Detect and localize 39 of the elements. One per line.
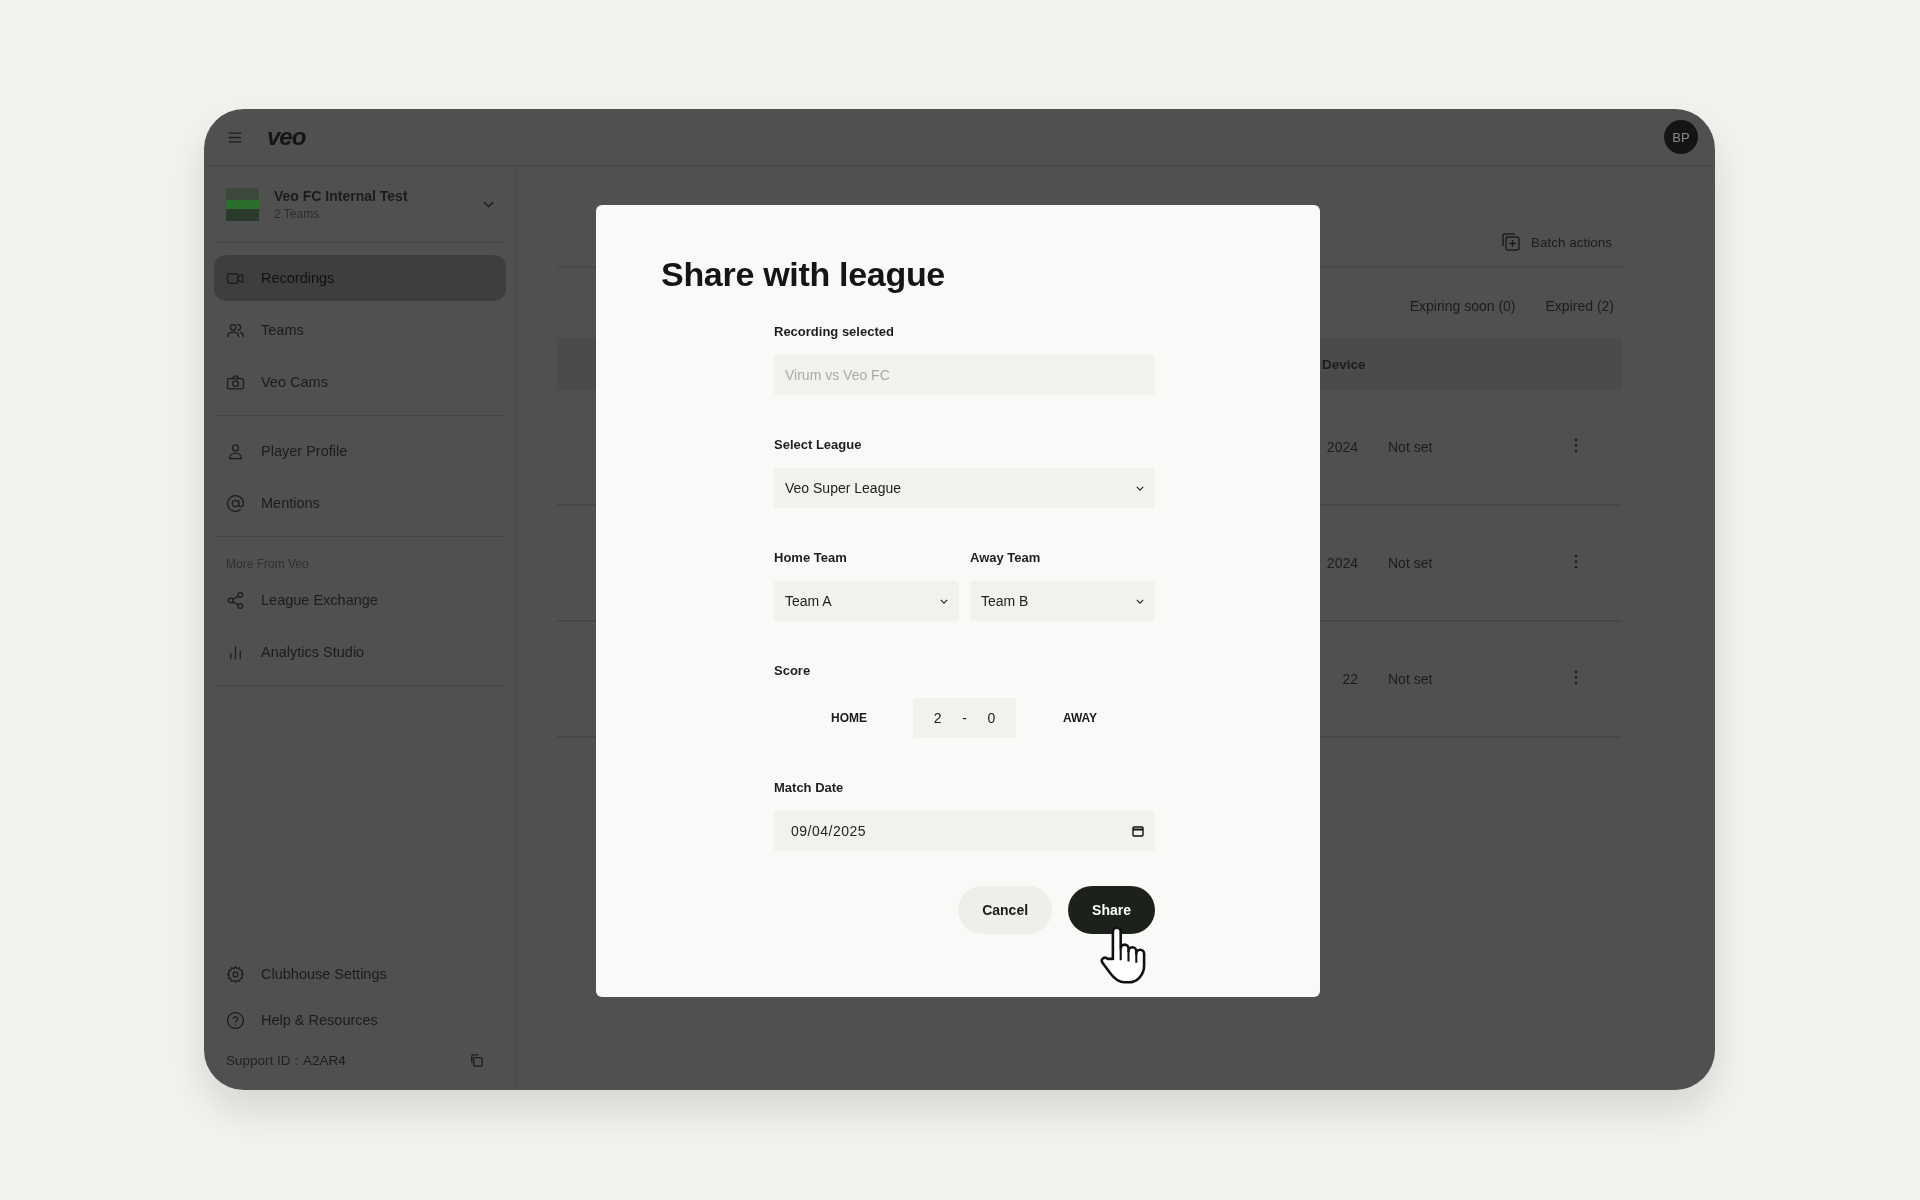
logo[interactable]: veo	[267, 123, 306, 151]
more-options-icon[interactable]	[1574, 438, 1578, 453]
league-select[interactable]: Veo Super League	[774, 468, 1155, 508]
away-score[interactable]: 0	[987, 710, 996, 726]
field-label: Recording selected	[774, 324, 895, 339]
more-options-icon[interactable]	[1574, 670, 1578, 685]
more-options-icon[interactable]	[1574, 554, 1578, 569]
field-label: Match Date	[774, 780, 845, 795]
score-separator: -	[962, 710, 967, 726]
chevron-down-icon	[1136, 598, 1144, 604]
cancel-button[interactable]: Cancel	[958, 886, 1053, 934]
chevron-down-icon	[940, 598, 948, 604]
chevron-down-icon	[1136, 485, 1144, 491]
date-field[interactable]: 09/04/2025	[774, 811, 1155, 851]
share-icon	[226, 590, 245, 610]
person-icon	[226, 441, 245, 461]
home-score[interactable]: 2	[933, 710, 942, 726]
field-label: Score	[774, 663, 812, 678]
add-copy-icon	[1500, 232, 1521, 252]
field-label: Home Team	[774, 550, 848, 565]
copy-icon[interactable]	[469, 1053, 484, 1068]
dialog-title: Share with league	[661, 255, 946, 294]
away-label: AWAY	[1061, 711, 1099, 725]
home-team-select[interactable]: Team A	[774, 581, 959, 621]
at-sign-icon	[226, 493, 245, 513]
share-button[interactable]: Share	[1068, 886, 1155, 934]
chevron-down-icon[interactable]	[483, 200, 494, 208]
field-label: Away Team	[970, 550, 1042, 565]
calendar-icon	[1132, 825, 1144, 837]
avatar[interactable]: BP	[1664, 120, 1698, 154]
settings-icon	[226, 964, 245, 984]
help-icon	[226, 1010, 245, 1030]
away-team-select[interactable]: Team B	[970, 581, 1155, 621]
field-label: Select League	[774, 437, 863, 452]
score-field[interactable]: 2 - 0	[913, 698, 1016, 738]
recording-field[interactable]: Virum vs Veo FC	[774, 355, 1155, 395]
photo-placeholder	[226, 187, 259, 221]
menu-icon[interactable]	[228, 131, 242, 143]
home-label: HOME	[830, 711, 868, 725]
